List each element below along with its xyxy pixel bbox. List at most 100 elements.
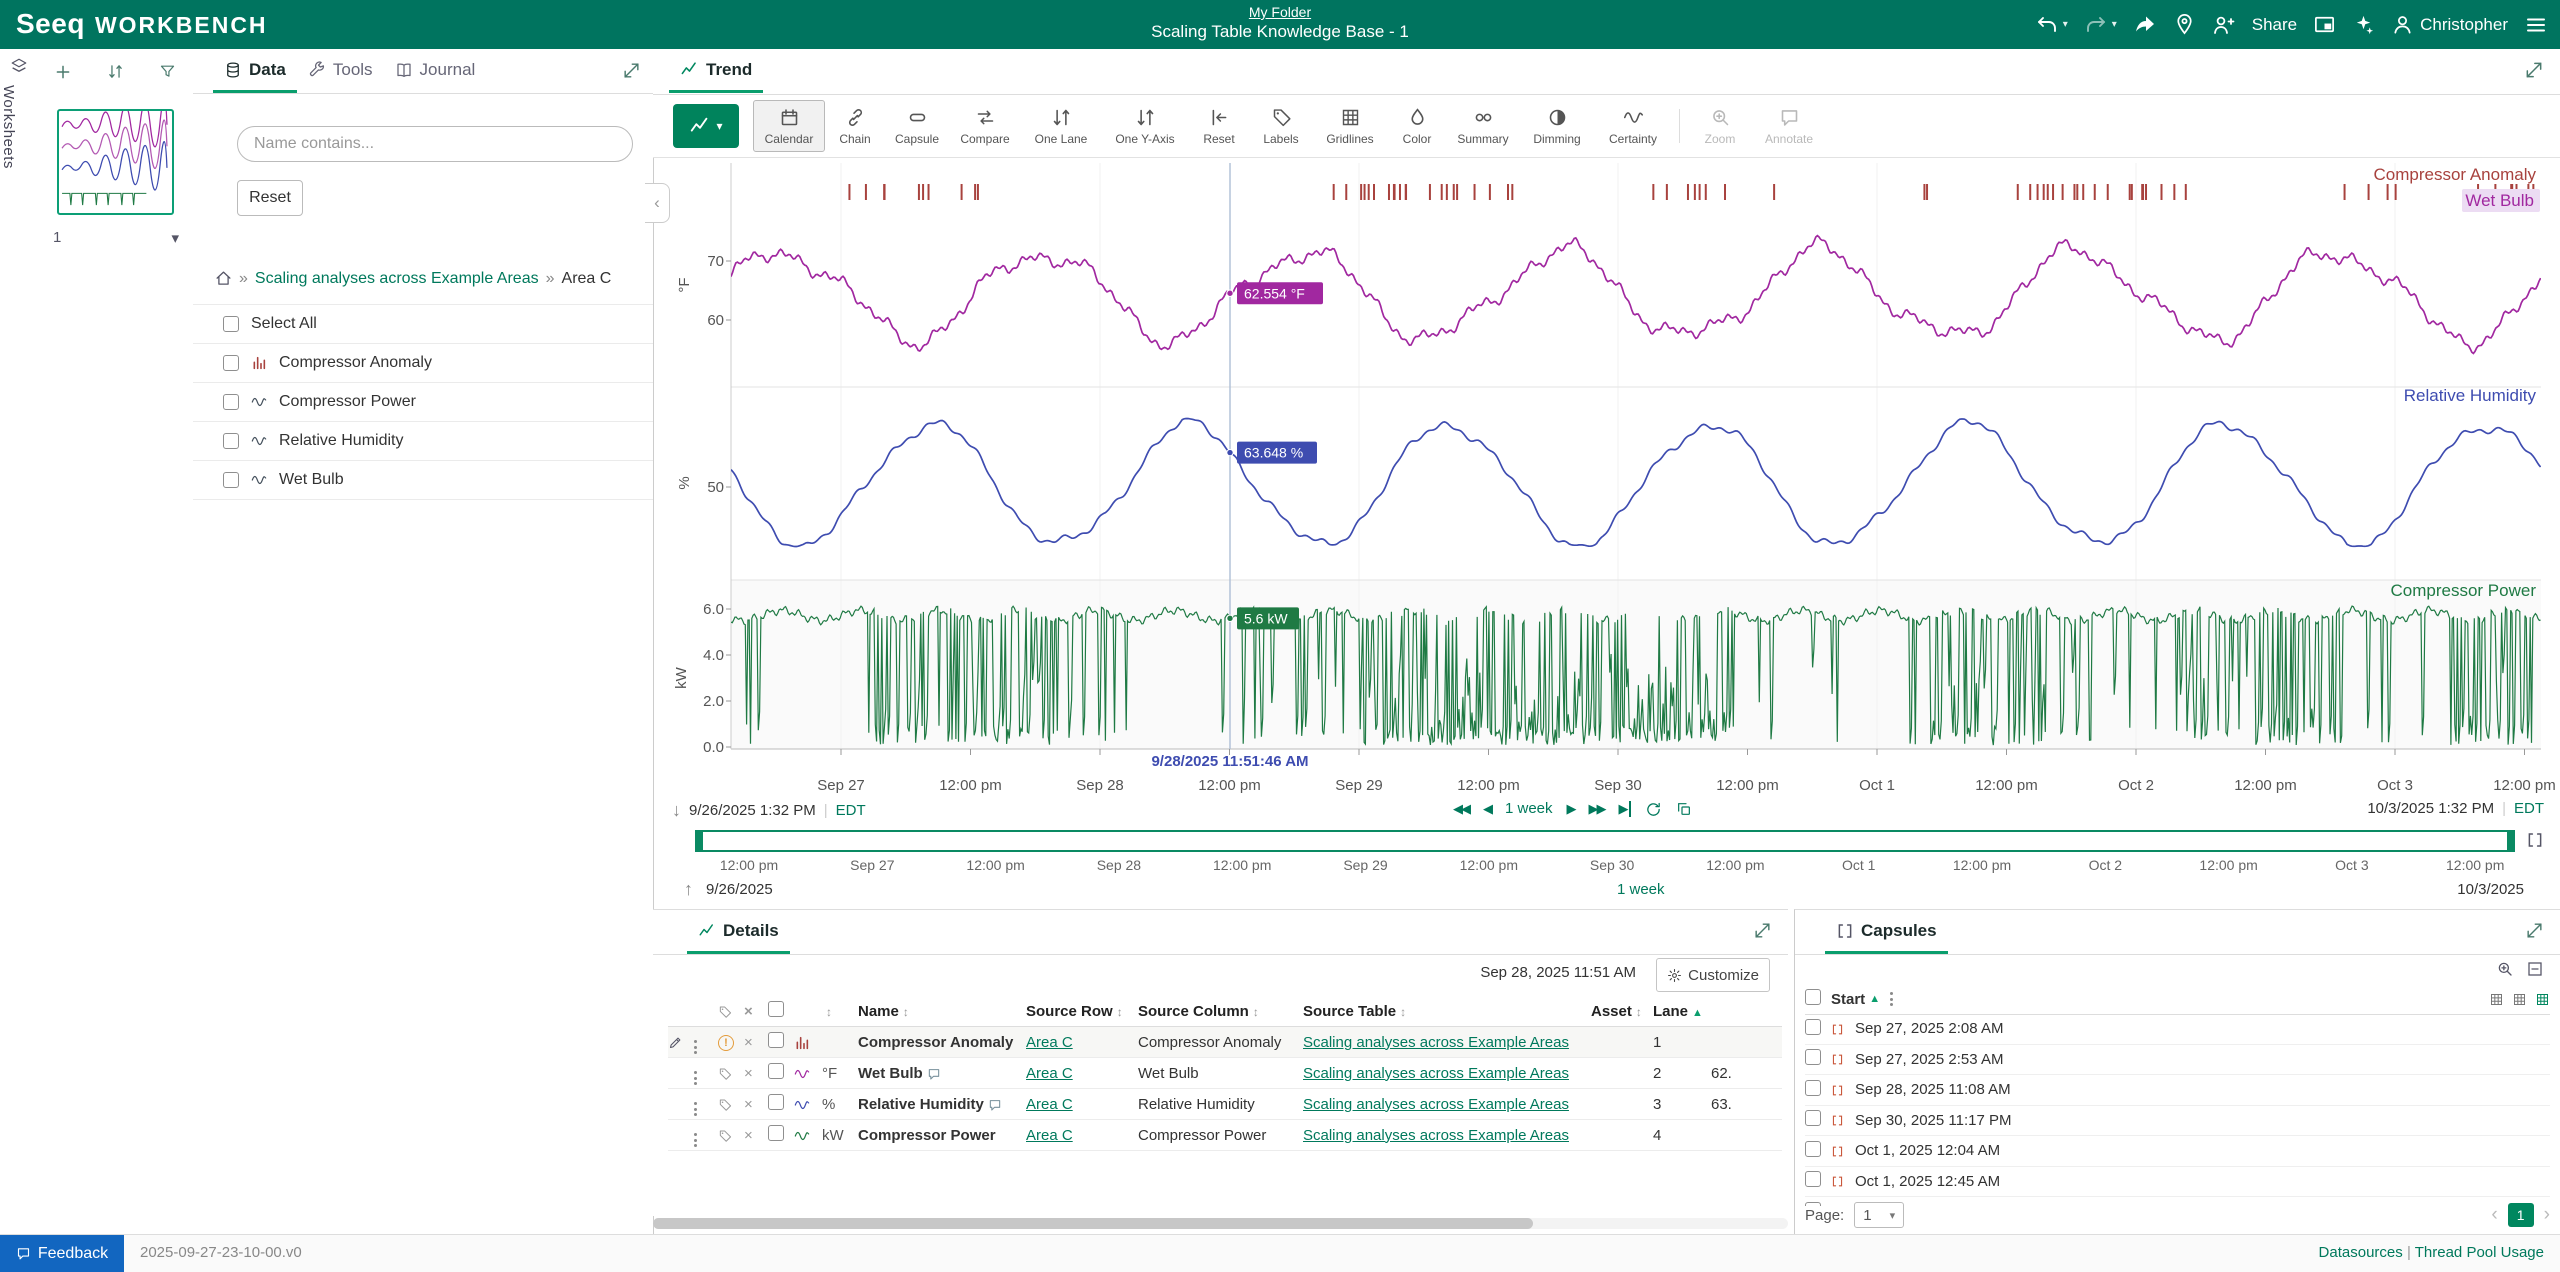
breadcrumb-folder-link[interactable]: My Folder — [1249, 4, 1311, 20]
list-item[interactable]: Compressor Power — [193, 383, 653, 422]
expand-capsules-icon[interactable] — [2525, 921, 2544, 940]
comment-bubble-icon[interactable] — [988, 1096, 1002, 1113]
source-table-link[interactable]: Scaling analyses across Example Areas — [1303, 1127, 1569, 1144]
expand-data-panel-icon[interactable] — [622, 61, 641, 80]
tab-trend[interactable]: Trend — [669, 49, 763, 93]
pan-right-button[interactable]: ▶ — [1567, 801, 1575, 817]
certainty-button[interactable]: Certainty — [1595, 100, 1671, 152]
timeline-scrubber[interactable] — [695, 830, 2515, 852]
reorder-worksheets-button[interactable] — [107, 63, 124, 81]
share-button[interactable]: Share — [2252, 15, 2297, 35]
capsule-checkbox[interactable] — [1805, 1171, 1821, 1187]
undo-dropdown-icon[interactable]: ▾ — [2063, 19, 2068, 30]
table-row[interactable]: × °F Wet Bulb Area C Wet Bulb Scaling an… — [668, 1058, 1782, 1089]
row-checkbox[interactable] — [768, 1032, 784, 1048]
one-lane-button[interactable]: One Lane — [1021, 100, 1101, 152]
source-row-link[interactable]: Area C — [1026, 1127, 1073, 1144]
pan-left-button[interactable]: ◀ — [1483, 801, 1491, 817]
capsule-checkbox[interactable] — [1805, 1080, 1821, 1096]
worksheet-menu-chevron-icon[interactable]: ▾ — [171, 229, 179, 247]
add-worksheet-button[interactable] — [54, 63, 72, 81]
column-header-name[interactable]: Name↕ — [858, 1003, 1026, 1020]
tab-details[interactable]: Details — [687, 910, 790, 954]
capsule-checkbox[interactable] — [1805, 1019, 1821, 1035]
remove-all-icon[interactable]: × — [744, 1003, 768, 1020]
page-size-select[interactable]: 1▾ — [1854, 1202, 1904, 1228]
capsule-button[interactable]: Capsule — [885, 100, 949, 152]
scrollbar-thumb[interactable] — [653, 1218, 1533, 1229]
capsule-checkbox[interactable] — [1805, 1110, 1821, 1126]
remove-row-icon[interactable]: × — [744, 1096, 768, 1113]
capsules-add-column-icon[interactable] — [2512, 991, 2527, 1008]
sort-type-icon[interactable]: ↕ — [826, 1005, 832, 1019]
source-table-link[interactable]: Scaling analyses across Example Areas — [1303, 1065, 1569, 1082]
select-all-row[interactable]: Select All — [193, 304, 653, 344]
column-menu-icon[interactable] — [1890, 992, 1893, 1006]
capsule-row[interactable]: Sep 30, 2025 11:17 PM — [1805, 1106, 2550, 1137]
list-item[interactable]: Relative Humidity — [193, 422, 653, 461]
tag-icon[interactable] — [718, 1065, 744, 1082]
source-table-link[interactable]: Scaling analyses across Example Areas — [1303, 1034, 1569, 1051]
capsule-row[interactable]: Oct 1, 2025 12:04 AM — [1805, 1136, 2550, 1167]
row-checkbox[interactable] — [768, 1063, 784, 1079]
datasources-link[interactable]: Datasources — [2319, 1244, 2403, 1261]
item-checkbox[interactable] — [223, 472, 239, 488]
sort-asc-icon[interactable]: ▲ — [1869, 993, 1880, 1005]
edit-pencil-icon[interactable] — [668, 1034, 694, 1051]
search-input[interactable] — [237, 126, 633, 162]
tab-journal[interactable]: Journal — [384, 49, 487, 93]
home-icon[interactable] — [215, 270, 232, 288]
user-menu[interactable]: Christopher — [2391, 13, 2508, 36]
item-checkbox[interactable] — [223, 394, 239, 410]
timezone-label[interactable]: EDT — [836, 802, 866, 819]
column-header-start[interactable]: Start — [1831, 991, 1865, 1008]
undo-button[interactable] — [2035, 13, 2059, 37]
timeline-capsules-icon[interactable] — [2526, 831, 2544, 849]
window-pip-icon[interactable] — [2313, 13, 2336, 36]
tab-data[interactable]: Data — [213, 49, 297, 93]
calendar-button[interactable]: Calendar — [753, 100, 825, 152]
pan-far-right-button[interactable]: ▶▶ — [1589, 801, 1605, 817]
table-row[interactable]: ! × Compressor Anomaly Area C Compressor… — [668, 1027, 1782, 1058]
capsule-row[interactable]: Sep 27, 2025 2:53 AM — [1805, 1045, 2550, 1076]
expand-trend-icon[interactable] — [2524, 60, 2544, 80]
expand-details-icon[interactable] — [1753, 921, 1772, 940]
column-header-source-table[interactable]: Source Table↕ — [1303, 1003, 1591, 1020]
capsule-row[interactable]: Sep 27, 2025 2:08 AM — [1805, 1014, 2550, 1045]
row-menu-icon[interactable] — [694, 1030, 718, 1054]
worksheet-thumbnail[interactable] — [57, 109, 174, 215]
remove-row-icon[interactable]: × — [744, 1127, 768, 1144]
go-to-now-button[interactable]: ▶ — [1619, 801, 1631, 817]
select-all-rows-checkbox[interactable] — [768, 1001, 784, 1017]
dimming-button[interactable]: Dimming — [1519, 100, 1595, 152]
row-menu-icon[interactable] — [694, 1123, 718, 1147]
trend-chart[interactable]: 7060506.04.02.00.0°F%kWSep 2712:00 pmSep… — [656, 158, 2560, 800]
one-y-axis-button[interactable]: One Y-Axis — [1101, 100, 1189, 152]
tag-icon[interactable] — [718, 1127, 744, 1144]
capsules-zoom-in-icon[interactable] — [2496, 960, 2514, 978]
timezone-label[interactable]: EDT — [2514, 800, 2544, 817]
add-users-icon[interactable] — [2212, 13, 2236, 37]
next-page-button[interactable]: › — [2544, 1204, 2550, 1226]
row-checkbox[interactable] — [768, 1094, 784, 1110]
row-checkbox[interactable] — [768, 1125, 784, 1141]
thread-pool-usage-link[interactable]: Thread Pool Usage — [2415, 1244, 2544, 1261]
tab-tools[interactable]: Tools — [297, 49, 384, 93]
gridlines-button[interactable]: Gridlines — [1313, 100, 1387, 152]
table-row[interactable]: × kW Compressor Power Area C Compressor … — [668, 1120, 1782, 1151]
remove-row-icon[interactable]: × — [744, 1034, 768, 1051]
capsule-checkbox[interactable] — [1805, 1141, 1821, 1157]
capsule-row[interactable]: Oct 1, 2025 12:45 AM — [1805, 1167, 2550, 1198]
capsules-grid-view-icon[interactable] — [2489, 991, 2504, 1008]
item-checkbox[interactable] — [223, 355, 239, 371]
auto-update-button[interactable] — [1645, 800, 1662, 818]
warning-icon[interactable]: ! — [718, 1033, 744, 1051]
current-page-badge[interactable]: 1 — [2508, 1203, 2534, 1227]
source-row-link[interactable]: Area C — [1026, 1065, 1073, 1082]
capsules-collapse-icon[interactable] — [2526, 960, 2544, 978]
breadcrumb-root-link[interactable]: Scaling analyses across Example Areas — [255, 270, 539, 288]
color-button[interactable]: Color — [1387, 100, 1447, 152]
investigate-range-arrow-icon[interactable]: ↑ — [684, 879, 693, 900]
source-table-link[interactable]: Scaling analyses across Example Areas — [1303, 1096, 1569, 1113]
collapse-panel-handle[interactable]: ‹ — [645, 183, 670, 223]
